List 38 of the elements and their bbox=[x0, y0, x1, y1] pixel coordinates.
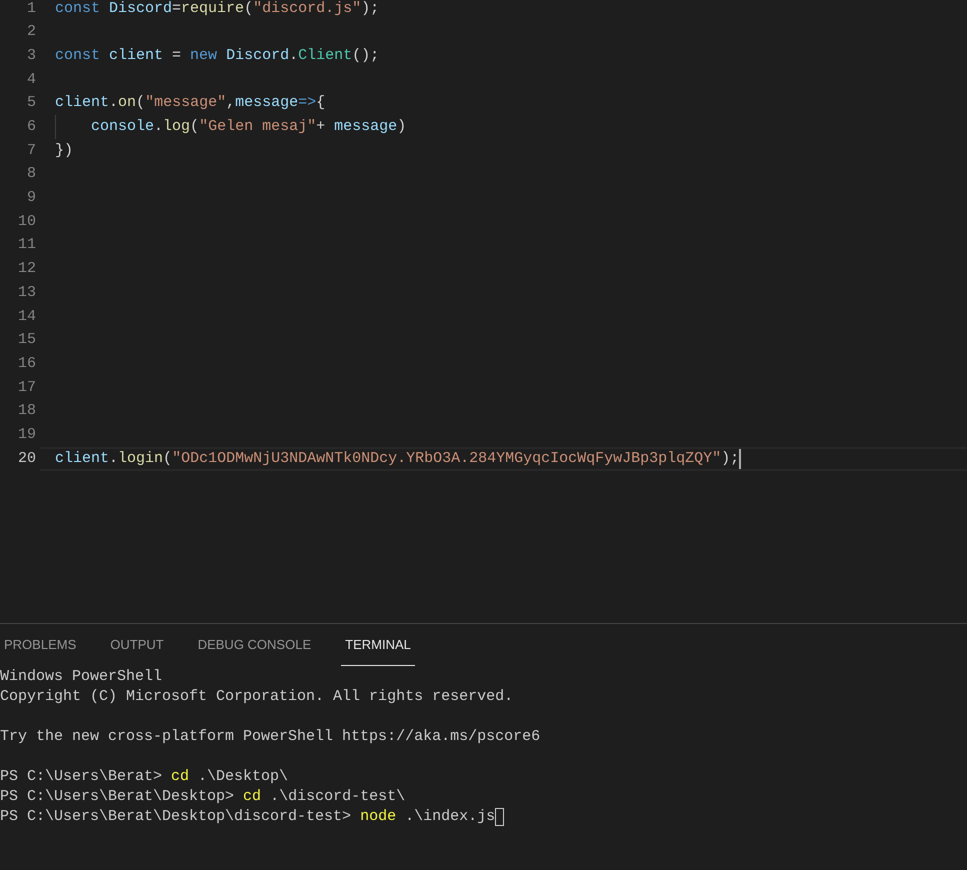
line-number: 16 bbox=[16, 354, 37, 374]
line-number: 4 bbox=[26, 70, 37, 90]
line-number: 2 bbox=[26, 22, 37, 42]
line-number: 8 bbox=[26, 164, 37, 184]
line-number: 14 bbox=[16, 306, 37, 327]
terminal-line: Copyright (C) Microsoft Corporation. All rights reserved. bbox=[0, 686, 514, 707]
line-number: 17 bbox=[16, 378, 37, 398]
line-number: 10 bbox=[16, 212, 37, 232]
terminal-cursor bbox=[495, 808, 504, 826]
terminal-line: Try the new cross-platform PowerShell https://aka.ms/pscore6 bbox=[0, 726, 540, 747]
code-line: client.on("message",message=>{ bbox=[55, 93, 326, 114]
panel-tab[interactable]: PROBLEMS bbox=[0, 624, 80, 666]
terminal-line: PS C:\Users\Berat\Desktop> cd .\discord-test\ bbox=[0, 786, 406, 807]
code-line: console.log("Gelen mesaj"+ message) bbox=[91, 117, 406, 138]
line-number: 6 bbox=[26, 117, 37, 138]
code-line: client.login("ODc1ODMwNjU3NDAwNTk0NDcy.YRbO3A.284YMGyqcIocWqFywJBp3plqZQY"); bbox=[55, 448, 740, 469]
text-cursor bbox=[739, 448, 742, 469]
line-number: 1 bbox=[26, 0, 37, 19]
line-number: 9 bbox=[26, 188, 37, 208]
line-number: 18 bbox=[16, 401, 37, 422]
line-number: 11 bbox=[16, 235, 37, 256]
code-line: }) bbox=[55, 140, 74, 161]
line-number: 7 bbox=[26, 140, 37, 161]
terminal-line: PS C:\Users\Berat> cd .\Desktop\ bbox=[0, 766, 288, 787]
line-number: 20 bbox=[16, 448, 37, 469]
panel-tab[interactable]: DEBUG CONSOLE bbox=[194, 624, 316, 666]
terminal-line: Windows PowerShell bbox=[0, 666, 162, 687]
line-number: 5 bbox=[26, 93, 37, 114]
terminal-line: PS C:\Users\Berat\Desktop\discord-test> node .\index.js bbox=[0, 806, 496, 827]
line-number: 3 bbox=[26, 46, 37, 66]
panel-tab[interactable]: OUTPUT bbox=[106, 624, 168, 666]
line-number: 13 bbox=[16, 282, 37, 303]
line-number: 19 bbox=[16, 424, 37, 445]
code-line: const Discord=require("discord.js"); bbox=[55, 0, 380, 19]
line-number: 12 bbox=[16, 259, 37, 280]
code-line: const client = new Discord.Client(); bbox=[55, 46, 380, 66]
line-number: 15 bbox=[16, 330, 37, 350]
panel-tab[interactable]: TERMINAL bbox=[341, 624, 415, 666]
